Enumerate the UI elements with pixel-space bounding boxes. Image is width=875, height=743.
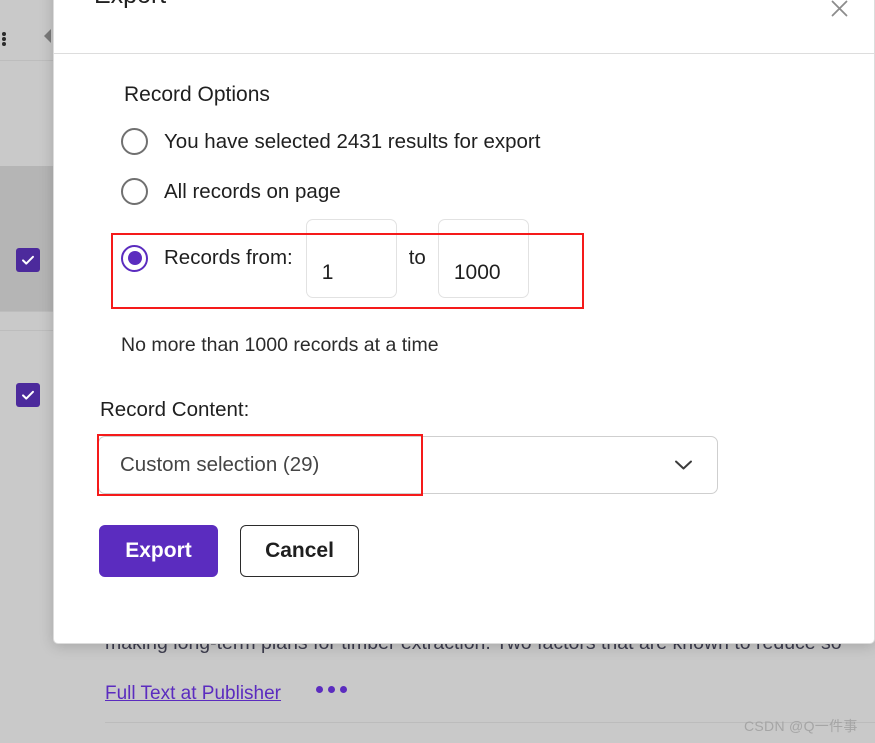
- checkmark-icon: [22, 390, 34, 400]
- records-to-input[interactable]: 1000: [437, 218, 529, 298]
- close-glyph: [831, 0, 847, 16]
- record-options-heading: Record Options: [124, 83, 270, 106]
- checkmark-icon: [22, 255, 34, 265]
- bg-result-row-highlighted: [0, 166, 53, 311]
- records-from-label: Records from:: [164, 246, 293, 269]
- chevron-down-glyph: [675, 460, 692, 470]
- result-checkbox-1[interactable]: [16, 248, 40, 272]
- radio-icon-unselected[interactable]: [121, 128, 148, 155]
- record-content-label: Record Content:: [100, 398, 250, 421]
- cancel-button[interactable]: Cancel: [240, 525, 359, 577]
- records-limit-hint: No more than 1000 records at a time: [121, 334, 439, 356]
- dialog-title: Export: [94, 0, 166, 10]
- record-content-value: Custom selection (29): [120, 453, 320, 476]
- bg-rail-divider-3: [0, 330, 53, 331]
- dialog-actions: Export Cancel: [99, 525, 359, 577]
- radio-label-selected-results: You have selected 2431 results for expor…: [164, 129, 541, 153]
- export-button[interactable]: Export: [99, 525, 218, 577]
- export-dialog: Export Record Options You have selected …: [53, 0, 875, 644]
- radio-icon-unselected[interactable]: [121, 178, 148, 205]
- watermark: CSDN @Q一件事: [744, 718, 858, 734]
- radio-option-records-range[interactable]: Records from: 1 to 1000: [121, 218, 529, 298]
- radio-icon-selected[interactable]: [121, 244, 148, 272]
- records-to-word: to: [408, 246, 426, 269]
- chevron-down-icon[interactable]: [674, 459, 693, 471]
- radio-option-selected-results[interactable]: You have selected 2431 results for expor…: [121, 128, 540, 155]
- full-text-at-publisher-link[interactable]: Full Text at Publisher: [105, 683, 281, 705]
- bg-left-rail: [0, 0, 53, 743]
- radio-label-all-on-page: All records on page: [164, 179, 341, 203]
- result-checkbox-2[interactable]: [16, 383, 40, 407]
- close-icon[interactable]: [826, 0, 852, 21]
- bg-rail-divider-1: [0, 60, 53, 61]
- radio-option-all-on-page[interactable]: All records on page: [121, 178, 341, 205]
- record-content-select[interactable]: Custom selection (29): [98, 436, 718, 494]
- kebab-menu-icon[interactable]: [1, 32, 6, 46]
- dialog-header: Export: [54, 0, 874, 54]
- records-from-input[interactable]: 1: [305, 218, 397, 298]
- bg-rail-divider-2: [0, 311, 53, 312]
- collapse-arrow-icon[interactable]: [44, 29, 51, 43]
- ellipsis-icon[interactable]: [316, 686, 347, 693]
